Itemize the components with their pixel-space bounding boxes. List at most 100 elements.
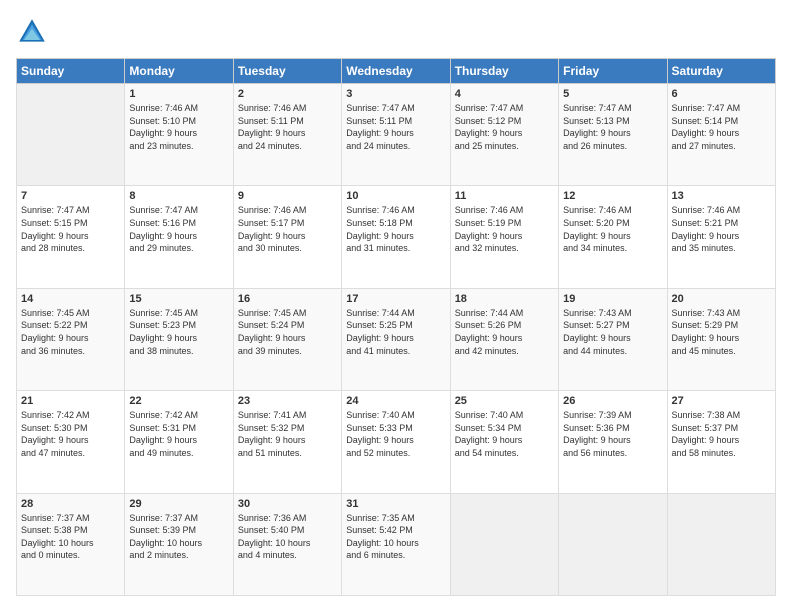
calendar-cell: 4 Sunrise: 7:47 AM Sunset: 5:12 PM Daylig… <box>450 84 558 186</box>
calendar-cell: 9 Sunrise: 7:46 AM Sunset: 5:17 PM Daylig… <box>233 186 341 288</box>
day-number: 6 <box>672 88 771 100</box>
day-number: 20 <box>672 293 771 305</box>
day-info: Sunrise: 7:44 AM Sunset: 5:25 PM Dayligh… <box>346 307 445 357</box>
calendar-cell: 16 Sunrise: 7:45 AM Sunset: 5:24 PM Dayli… <box>233 288 341 390</box>
day-info: Sunrise: 7:37 AM Sunset: 5:39 PM Dayligh… <box>129 512 228 562</box>
calendar-cell: 24Sunrise: 7:40 AM Sunset: 5:33 PM Dayli… <box>342 391 450 493</box>
day-number: 7 <box>21 190 120 202</box>
calendar-cell: 22 Sunrise: 7:42 AM Sunset: 5:31 PM Dayli… <box>125 391 233 493</box>
calendar-cell: 14 Sunrise: 7:45 AM Sunset: 5:22 PM Dayli… <box>17 288 125 390</box>
logo-icon <box>16 16 48 48</box>
calendar-cell: 8 Sunrise: 7:47 AM Sunset: 5:16 PM Daylig… <box>125 186 233 288</box>
calendar-cell: 25 Sunrise: 7:40 AM Sunset: 5:34 PM Dayli… <box>450 391 558 493</box>
calendar-cell: 23 Sunrise: 7:41 AM Sunset: 5:32 PM Dayli… <box>233 391 341 493</box>
day-number: 1 <box>129 88 228 100</box>
day-number: 8 <box>129 190 228 202</box>
calendar-cell: 6Sunrise: 7:47 AM Sunset: 5:14 PM Daylig… <box>667 84 775 186</box>
calendar-cell: 5Sunrise: 7:47 AM Sunset: 5:13 PM Daylig… <box>559 84 667 186</box>
calendar-cell <box>17 84 125 186</box>
calendar-cell: 2 Sunrise: 7:46 AM Sunset: 5:11 PM Daylig… <box>233 84 341 186</box>
day-number: 10 <box>346 190 445 202</box>
day-info: Sunrise: 7:44 AM Sunset: 5:26 PM Dayligh… <box>455 307 554 357</box>
calendar-cell: 26 Sunrise: 7:39 AM Sunset: 5:36 PM Dayli… <box>559 391 667 493</box>
day-info: Sunrise: 7:46 AM Sunset: 5:10 PM Dayligh… <box>129 102 228 152</box>
day-info: Sunrise: 7:39 AM Sunset: 5:36 PM Dayligh… <box>563 409 662 459</box>
calendar-cell: 3 Sunrise: 7:47 AM Sunset: 5:11 PM Daylig… <box>342 84 450 186</box>
day-number: 2 <box>238 88 337 100</box>
calendar-cell: 21 Sunrise: 7:42 AM Sunset: 5:30 PM Dayli… <box>17 391 125 493</box>
calendar-cell: 20 Sunrise: 7:43 AM Sunset: 5:29 PM Dayli… <box>667 288 775 390</box>
day-info: Sunrise: 7:36 AM Sunset: 5:40 PM Dayligh… <box>238 512 337 562</box>
calendar-cell: 7 Sunrise: 7:47 AM Sunset: 5:15 PM Daylig… <box>17 186 125 288</box>
calendar-cell: 28 Sunrise: 7:37 AM Sunset: 5:38 PM Dayli… <box>17 493 125 595</box>
page: SundayMondayTuesdayWednesdayThursdayFrid… <box>0 0 792 612</box>
logo <box>16 16 52 48</box>
day-info: Sunrise: 7:45 AM Sunset: 5:24 PM Dayligh… <box>238 307 337 357</box>
day-info: Sunrise: 7:42 AM Sunset: 5:31 PM Dayligh… <box>129 409 228 459</box>
day-info: Sunrise: 7:47 AM Sunset: 5:13 PM Dayligh… <box>563 102 662 152</box>
day-number: 4 <box>455 88 554 100</box>
day-number: 28 <box>21 498 120 510</box>
day-header-tuesday: Tuesday <box>233 59 341 84</box>
calendar-cell: 13Sunrise: 7:46 AM Sunset: 5:21 PM Dayli… <box>667 186 775 288</box>
day-info: Sunrise: 7:38 AM Sunset: 5:37 PM Dayligh… <box>672 409 771 459</box>
day-info: Sunrise: 7:46 AM Sunset: 5:21 PM Dayligh… <box>672 204 771 254</box>
day-info: Sunrise: 7:45 AM Sunset: 5:22 PM Dayligh… <box>21 307 120 357</box>
day-number: 26 <box>563 395 662 407</box>
day-number: 3 <box>346 88 445 100</box>
day-number: 31 <box>346 498 445 510</box>
day-number: 19 <box>563 293 662 305</box>
calendar-cell: 31 Sunrise: 7:35 AM Sunset: 5:42 PM Dayli… <box>342 493 450 595</box>
week-row-4: 21 Sunrise: 7:42 AM Sunset: 5:30 PM Dayli… <box>17 391 776 493</box>
calendar-cell: 29Sunrise: 7:37 AM Sunset: 5:39 PM Dayli… <box>125 493 233 595</box>
day-number: 15 <box>129 293 228 305</box>
day-info: Sunrise: 7:40 AM Sunset: 5:34 PM Dayligh… <box>455 409 554 459</box>
calendar-cell: 10 Sunrise: 7:46 AM Sunset: 5:18 PM Dayli… <box>342 186 450 288</box>
calendar-cell: 15 Sunrise: 7:45 AM Sunset: 5:23 PM Dayli… <box>125 288 233 390</box>
day-info: Sunrise: 7:42 AM Sunset: 5:30 PM Dayligh… <box>21 409 120 459</box>
day-number: 24 <box>346 395 445 407</box>
day-info: Sunrise: 7:46 AM Sunset: 5:17 PM Dayligh… <box>238 204 337 254</box>
day-number: 18 <box>455 293 554 305</box>
day-number: 14 <box>21 293 120 305</box>
day-info: Sunrise: 7:45 AM Sunset: 5:23 PM Dayligh… <box>129 307 228 357</box>
day-number: 11 <box>455 190 554 202</box>
day-number: 27 <box>672 395 771 407</box>
calendar: SundayMondayTuesdayWednesdayThursdayFrid… <box>16 58 776 596</box>
day-number: 17 <box>346 293 445 305</box>
day-info: Sunrise: 7:47 AM Sunset: 5:15 PM Dayligh… <box>21 204 120 254</box>
day-header-saturday: Saturday <box>667 59 775 84</box>
calendar-cell: 12 Sunrise: 7:46 AM Sunset: 5:20 PM Dayli… <box>559 186 667 288</box>
week-row-5: 28 Sunrise: 7:37 AM Sunset: 5:38 PM Dayli… <box>17 493 776 595</box>
calendar-cell: 17 Sunrise: 7:44 AM Sunset: 5:25 PM Dayli… <box>342 288 450 390</box>
day-number: 9 <box>238 190 337 202</box>
day-info: Sunrise: 7:43 AM Sunset: 5:27 PM Dayligh… <box>563 307 662 357</box>
calendar-cell <box>450 493 558 595</box>
day-number: 21 <box>21 395 120 407</box>
day-info: Sunrise: 7:47 AM Sunset: 5:16 PM Dayligh… <box>129 204 228 254</box>
calendar-cell <box>559 493 667 595</box>
calendar-cell: 11 Sunrise: 7:46 AM Sunset: 5:19 PM Dayli… <box>450 186 558 288</box>
day-info: Sunrise: 7:46 AM Sunset: 5:18 PM Dayligh… <box>346 204 445 254</box>
day-info: Sunrise: 7:35 AM Sunset: 5:42 PM Dayligh… <box>346 512 445 562</box>
day-info: Sunrise: 7:46 AM Sunset: 5:11 PM Dayligh… <box>238 102 337 152</box>
day-header-thursday: Thursday <box>450 59 558 84</box>
day-header-sunday: Sunday <box>17 59 125 84</box>
day-number: 22 <box>129 395 228 407</box>
header <box>16 16 776 48</box>
day-info: Sunrise: 7:46 AM Sunset: 5:19 PM Dayligh… <box>455 204 554 254</box>
day-info: Sunrise: 7:46 AM Sunset: 5:20 PM Dayligh… <box>563 204 662 254</box>
calendar-cell <box>667 493 775 595</box>
day-info: Sunrise: 7:41 AM Sunset: 5:32 PM Dayligh… <box>238 409 337 459</box>
day-number: 16 <box>238 293 337 305</box>
day-info: Sunrise: 7:47 AM Sunset: 5:12 PM Dayligh… <box>455 102 554 152</box>
day-number: 23 <box>238 395 337 407</box>
day-number: 25 <box>455 395 554 407</box>
day-info: Sunrise: 7:37 AM Sunset: 5:38 PM Dayligh… <box>21 512 120 562</box>
calendar-cell: 18 Sunrise: 7:44 AM Sunset: 5:26 PM Dayli… <box>450 288 558 390</box>
day-info: Sunrise: 7:47 AM Sunset: 5:11 PM Dayligh… <box>346 102 445 152</box>
week-row-1: 1 Sunrise: 7:46 AM Sunset: 5:10 PM Daylig… <box>17 84 776 186</box>
day-number: 12 <box>563 190 662 202</box>
day-info: Sunrise: 7:43 AM Sunset: 5:29 PM Dayligh… <box>672 307 771 357</box>
calendar-header-row: SundayMondayTuesdayWednesdayThursdayFrid… <box>17 59 776 84</box>
